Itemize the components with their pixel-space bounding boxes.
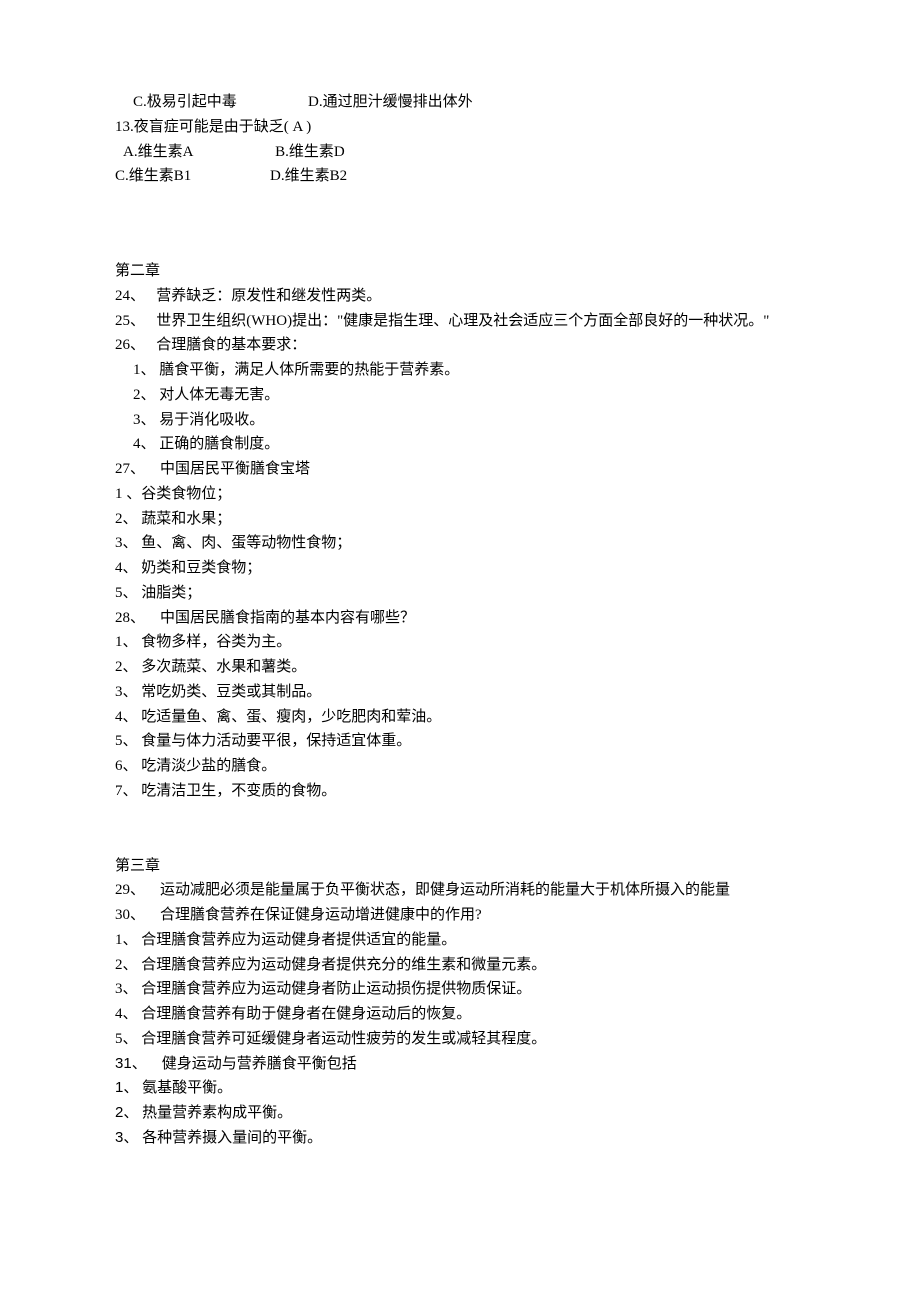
point-27-item-3: 3、 鱼、禽、肉、蛋等动物性食物； (115, 531, 805, 556)
point-31-item-1-text: 、 氨基酸平衡。 (123, 1080, 232, 1096)
point-28-item-6: 6、 吃清淡少盐的膳食。 (115, 754, 805, 779)
point-31-item-2: 2、 热量营养素构成平衡。 (115, 1101, 805, 1126)
point-28-item-2: 2、 多次蔬菜、水果和薯类。 (115, 655, 805, 680)
point-26: 26、 合理膳食的基本要求： (115, 333, 805, 358)
q13-option-b: B.维生素D (275, 144, 345, 160)
point-31-num: 31 (115, 1055, 132, 1072)
q13-option-d: D.维生素B2 (270, 168, 347, 184)
point-27-item-2: 2、 蔬菜和水果； (115, 507, 805, 532)
point-29: 29、 运动减肥必须是能量属于负平衡状态，即健身运动所消耗的能量大于机体所摄入的… (115, 878, 805, 903)
point-27-item-4: 4、 奶类和豆类食物； (115, 556, 805, 581)
point-28: 28、 中国居民膳食指南的基本内容有哪些？ (115, 606, 805, 631)
point-27-item-5: 5、 油脂类； (115, 581, 805, 606)
point-30-item-2: 2、 合理膳食营养应为运动健身者提供充分的维生素和微量元素。 (115, 953, 805, 978)
point-31-item-3: 3、 各种营养摄入量间的平衡。 (115, 1126, 805, 1151)
point-31: 31、 健身运动与营养膳食平衡包括 (115, 1052, 805, 1077)
q12-option-c: C.极易引起中毒 (133, 94, 237, 110)
q13-stem: 13.夜盲症可能是由于缺乏( A ) (115, 115, 805, 140)
point-28-item-5: 5、 食量与体力活动要平很，保持适宜体重。 (115, 729, 805, 754)
point-28-item-1: 1、 食物多样，谷类为主。 (115, 630, 805, 655)
point-28-item-7: 7、 吃清洁卫生，不变质的食物。 (115, 779, 805, 804)
point-31-item-3-text: 、 各种营养摄入量间的平衡。 (123, 1130, 322, 1146)
point-31-text: 、 健身运动与营养膳食平衡包括 (132, 1056, 357, 1072)
point-26-item-3: 3、 易于消化吸收。 (115, 408, 805, 433)
point-28-item-3: 3、 常吃奶类、豆类或其制品。 (115, 680, 805, 705)
chapter2-title: 第二章 (115, 259, 805, 284)
q13-option-a: A.维生素A (123, 144, 193, 160)
point-28-item-4: 4、 吃适量鱼、禽、蛋、瘦肉，少吃肥肉和荤油。 (115, 705, 805, 730)
point-27-item-1: 1 、谷类食物位； (115, 482, 805, 507)
point-30-item-5: 5、 合理膳食营养可延缓健身者运动性疲劳的发生或减轻其程度。 (115, 1027, 805, 1052)
point-26-item-1: 1、 膳食平衡，满足人体所需要的热能于营养素。 (115, 358, 805, 383)
point-25: 25、 世界卫生组织(WHO)提出："健康是指生理、心理及社会适应三个方面全部良… (115, 309, 805, 334)
point-31-item-1: 1、 氨基酸平衡。 (115, 1076, 805, 1101)
point-30-item-1: 1、 合理膳食营养应为运动健身者提供适宜的能量。 (115, 928, 805, 953)
point-24: 24、 营养缺乏：原发性和继发性两类。 (115, 284, 805, 309)
point-30-item-3: 3、 合理膳食营养应为运动健身者防止运动损伤提供物质保证。 (115, 977, 805, 1002)
q12-option-d: D.通过胆汁缓慢排出体外 (308, 94, 473, 110)
chapter3-title: 第三章 (115, 854, 805, 879)
point-27: 27、 中国居民平衡膳食宝塔 (115, 457, 805, 482)
q13-options-cd: C.维生素B1 D.维生素B2 (115, 164, 805, 189)
point-26-item-4: 4、 正确的膳食制度。 (115, 432, 805, 457)
point-30-item-4: 4、 合理膳食营养有助于健身者在健身运动后的恢复。 (115, 1002, 805, 1027)
q12-options-cd: C.极易引起中毒 D.通过胆汁缓慢排出体外 (115, 90, 805, 115)
q13-option-c: C.维生素B1 (115, 168, 191, 184)
q13-options-ab: A.维生素A B.维生素D (115, 140, 805, 165)
point-26-item-2: 2、 对人体无毒无害。 (115, 383, 805, 408)
point-31-item-2-text: 、 热量营养素构成平衡。 (123, 1105, 292, 1121)
point-30: 30、 合理膳食营养在保证健身运动增进健康中的作用? (115, 903, 805, 928)
